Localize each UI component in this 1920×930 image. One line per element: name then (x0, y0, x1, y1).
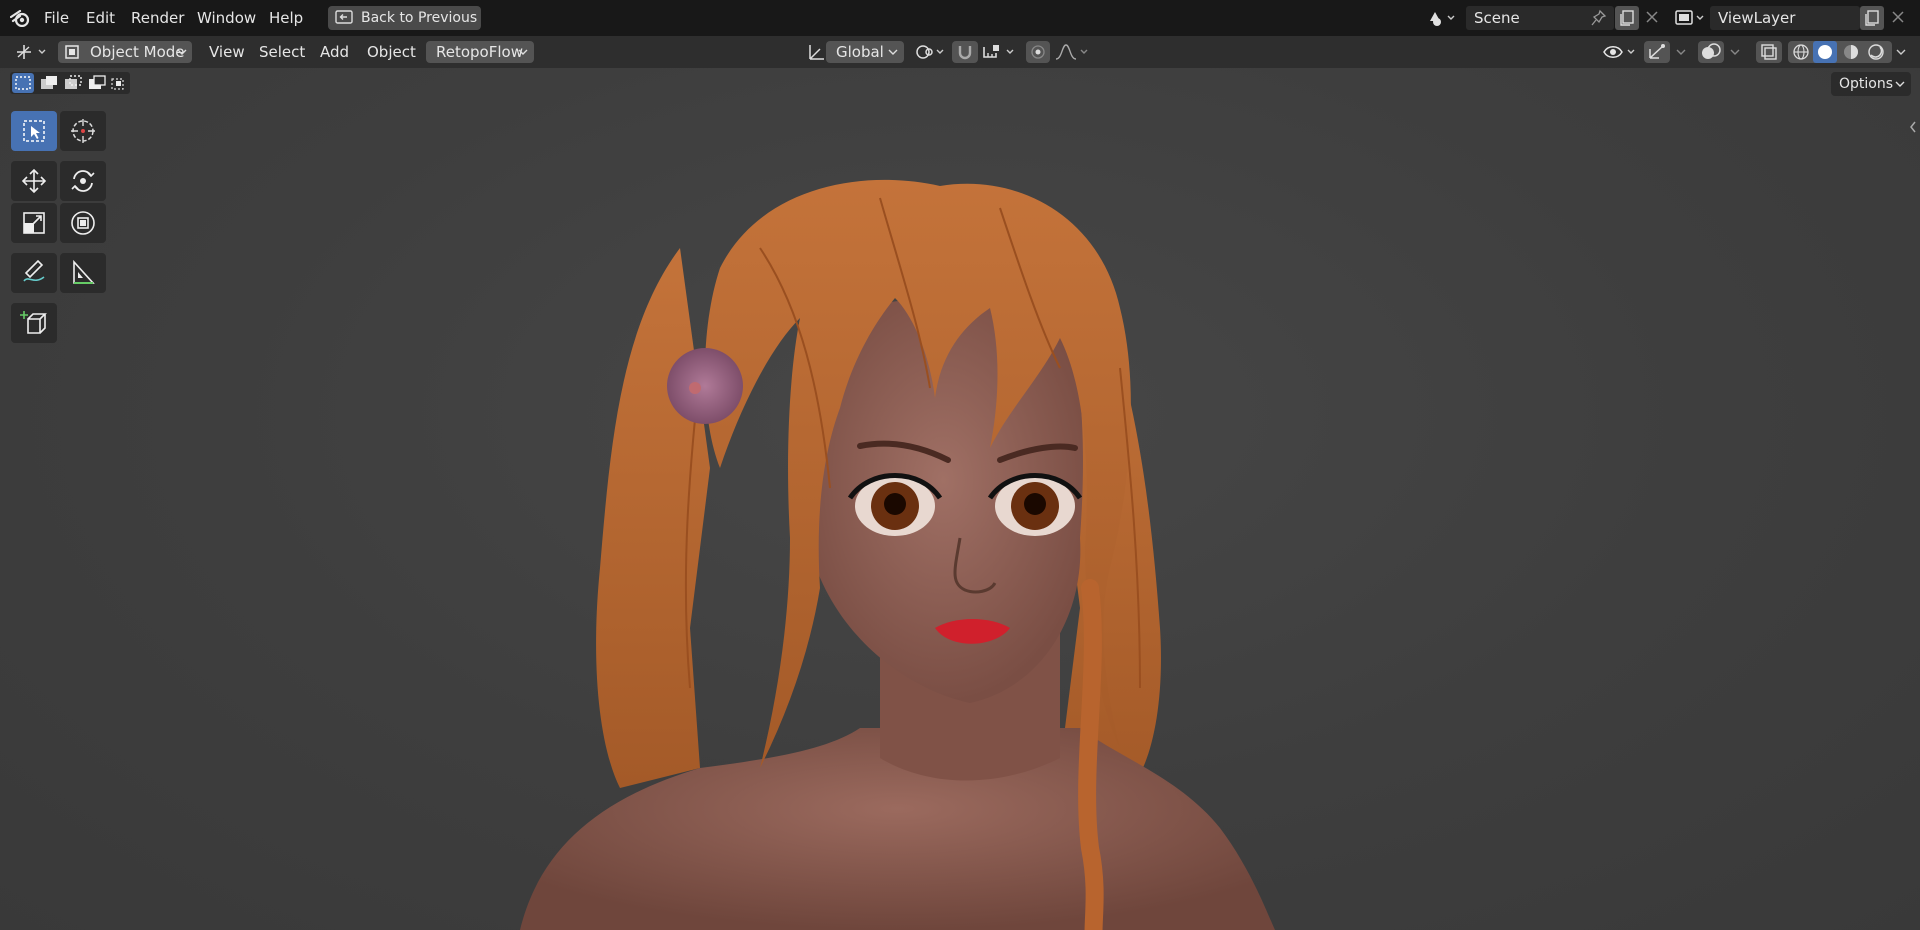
gizmo-dropdown-icon[interactable] (1674, 41, 1690, 63)
pin-icon[interactable] (1591, 9, 1607, 27)
tool-add-cube[interactable] (11, 303, 57, 343)
proportional-edit-icon (1031, 45, 1045, 59)
rendered-shading-icon[interactable] (1867, 43, 1885, 61)
menu-select[interactable]: Select (259, 36, 305, 68)
tool-annotate[interactable] (11, 253, 57, 293)
retopoflow-dropdown[interactable]: RetopoFlow (426, 41, 534, 63)
chevron-down-icon (1895, 79, 1905, 89)
tool-transform[interactable] (60, 203, 106, 243)
transform-orientation-icon[interactable] (806, 41, 828, 63)
scale-icon (23, 212, 45, 234)
top-bar: File Edit Render Window Help Back to Pre… (0, 0, 1920, 36)
wireframe-shading-icon[interactable] (1792, 43, 1810, 61)
scene-type-icon[interactable] (1426, 7, 1456, 29)
select-new-icon[interactable] (12, 73, 34, 93)
view-layer-icon[interactable] (1674, 7, 1706, 29)
tool-rotate[interactable] (60, 161, 106, 201)
select-intersect-icon[interactable] (110, 73, 128, 93)
menu-add[interactable]: Add (320, 36, 349, 68)
object-mode-icon (64, 44, 80, 60)
menu-object[interactable]: Object (367, 36, 416, 68)
gizmo-icon (1649, 44, 1665, 59)
select-extend-icon[interactable] (38, 73, 60, 93)
pivot-point-icon[interactable] (914, 41, 948, 63)
orientation-dropdown[interactable]: Global (826, 41, 904, 63)
shading-mode-group (1788, 41, 1892, 63)
tool-move[interactable] (11, 161, 57, 201)
xray-icon (1761, 44, 1777, 60)
menu-view[interactable]: View (209, 36, 245, 68)
proportional-edit-button[interactable] (1026, 41, 1050, 63)
duplicate-icon (1865, 10, 1879, 26)
sidebar-toggle-icon[interactable] (1908, 120, 1918, 134)
xray-toggle-button[interactable] (1756, 41, 1782, 63)
mode-dropdown[interactable]: Object Mode (58, 41, 192, 63)
3d-viewport[interactable]: Options (0, 68, 1920, 930)
new-scene-button[interactable] (1615, 6, 1639, 30)
scene-name: Scene (1474, 9, 1520, 27)
add-cube-icon (20, 311, 47, 334)
measure-icon (73, 259, 95, 284)
tool-select-box[interactable] (11, 111, 57, 151)
view-layer-name: ViewLayer (1718, 9, 1796, 27)
back-icon (335, 10, 353, 26)
overlays-toggle-button[interactable] (1698, 41, 1724, 63)
duplicate-icon (1620, 10, 1634, 26)
snap-target-icon[interactable] (980, 41, 1018, 63)
blender-logo-icon[interactable] (10, 9, 30, 27)
back-to-previous-label: Back to Previous (361, 10, 478, 26)
tool-measure[interactable] (60, 253, 106, 293)
gizmo-toggle-button[interactable] (1644, 41, 1670, 63)
chevron-down-icon (177, 47, 187, 57)
falloff-icon[interactable] (1054, 41, 1090, 63)
overlays-dropdown-icon[interactable] (1728, 41, 1744, 63)
select-difference-icon[interactable] (86, 73, 108, 93)
menu-file[interactable]: File (44, 0, 69, 36)
tool-scale[interactable] (11, 203, 57, 243)
new-view-layer-button[interactable] (1860, 6, 1884, 30)
orientation-label: Global (836, 43, 884, 61)
material-shading-icon[interactable] (1842, 43, 1860, 61)
unlink-scene-icon[interactable] (1645, 10, 1659, 24)
shading-dropdown-icon[interactable] (1894, 41, 1910, 63)
menu-window[interactable]: Window (197, 0, 256, 36)
select-box-icon (23, 120, 45, 142)
retopoflow-label: RetopoFlow (436, 43, 523, 61)
menu-render[interactable]: Render (131, 0, 184, 36)
remove-view-layer-icon[interactable] (1891, 10, 1905, 24)
editor-type-icon[interactable] (14, 42, 50, 62)
annotate-icon (23, 259, 45, 282)
select-subtract-icon[interactable] (62, 73, 84, 93)
rotate-icon (71, 170, 95, 192)
mode-label: Object Mode (90, 43, 185, 61)
select-mode-group (10, 72, 130, 94)
menu-edit[interactable]: Edit (86, 0, 115, 36)
solid-shading-icon[interactable] (1813, 41, 1837, 63)
visibility-icon[interactable] (1602, 41, 1638, 63)
chevron-down-icon (518, 47, 528, 57)
options-label: Options (1839, 76, 1894, 92)
menu-help[interactable]: Help (269, 0, 303, 36)
snap-toggle-button[interactable] (952, 41, 978, 63)
options-dropdown[interactable]: Options (1831, 72, 1911, 96)
chevron-down-icon (888, 47, 898, 57)
character-render (520, 179, 1275, 930)
magnet-icon (958, 46, 972, 60)
move-icon (21, 168, 47, 194)
view-layer-field[interactable]: ViewLayer (1710, 6, 1860, 30)
tool-cursor[interactable] (60, 111, 106, 151)
cursor-icon (71, 119, 95, 143)
transform-icon (71, 211, 95, 235)
back-to-previous-button[interactable]: Back to Previous (328, 6, 481, 30)
overlays-icon (1702, 43, 1721, 59)
